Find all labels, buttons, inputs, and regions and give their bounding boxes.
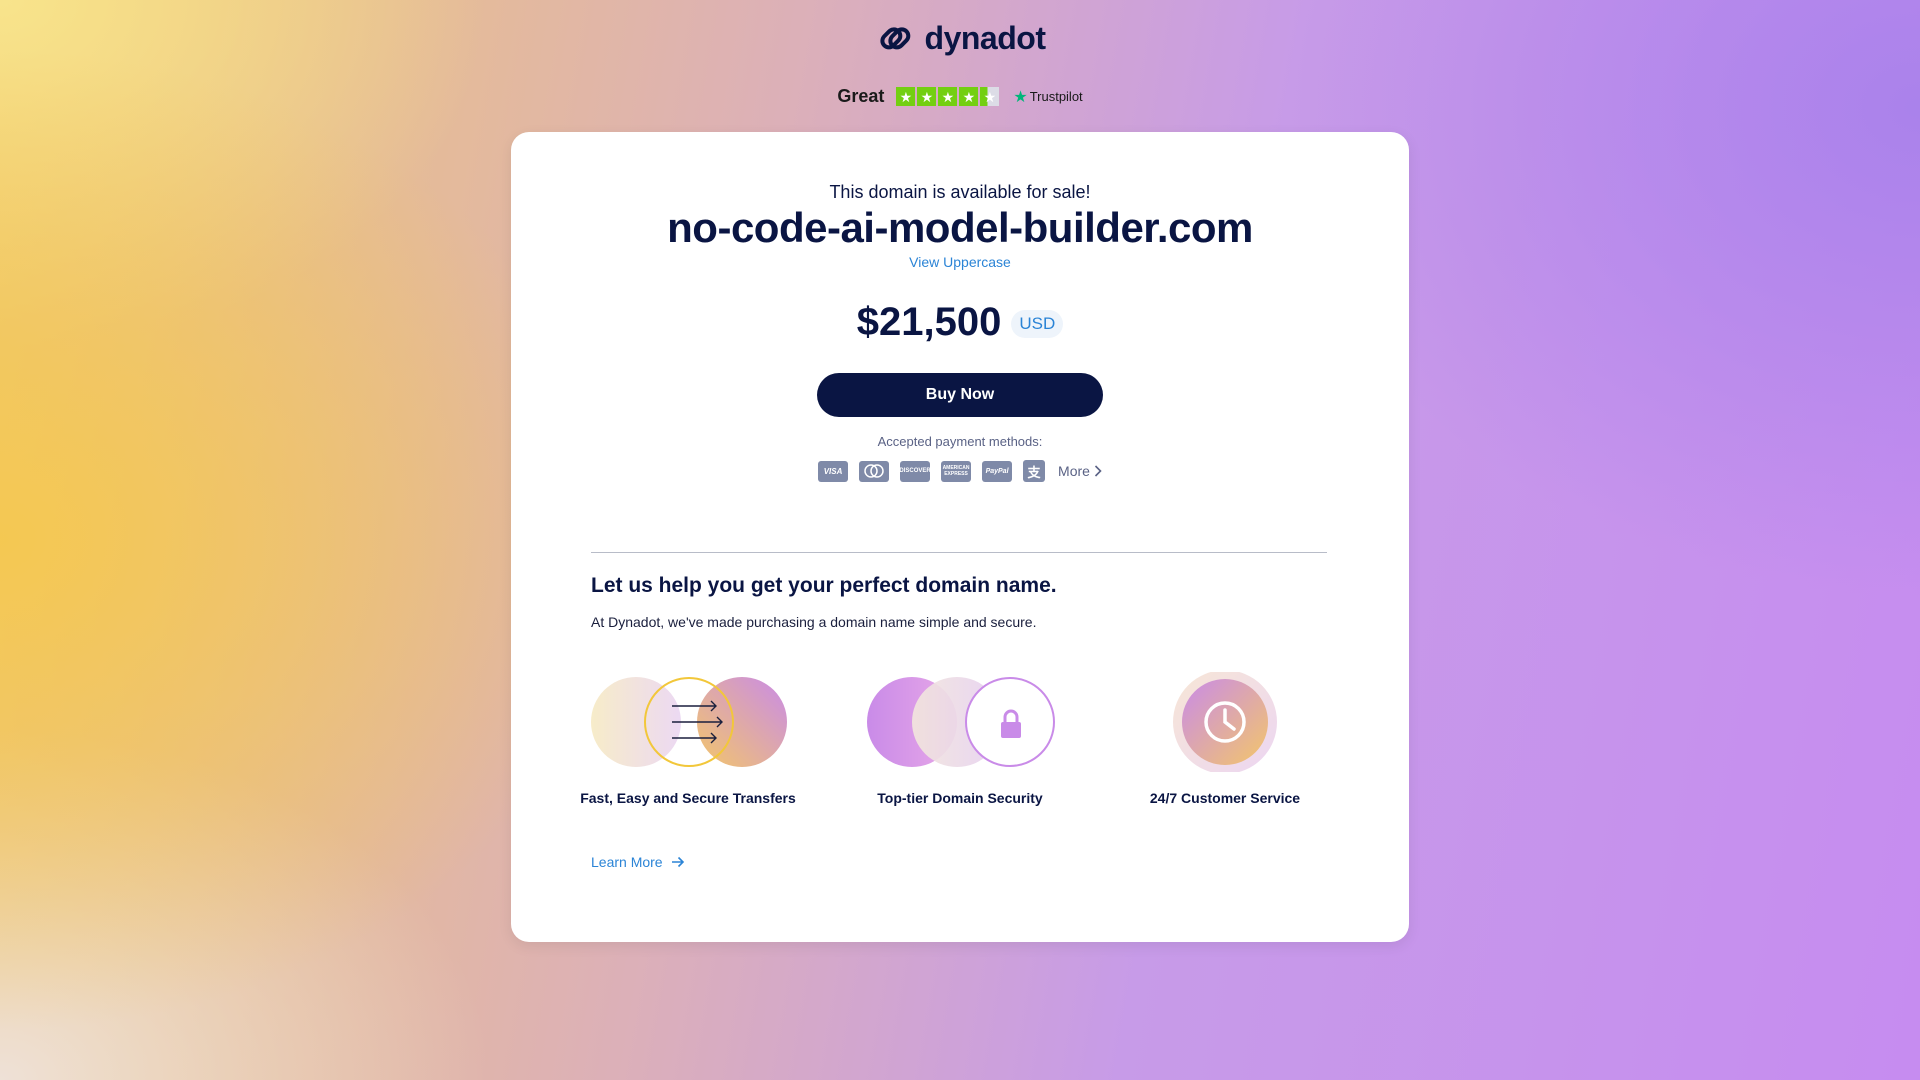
more-payment-methods-link[interactable]: More — [1058, 463, 1102, 479]
chevron-right-icon — [1094, 465, 1102, 477]
domain-sale-card: This domain is available for sale! no-co… — [511, 132, 1409, 942]
amex-icon: AMERICAN EXPRESS — [941, 460, 972, 482]
brand-logo[interactable]: dynadot — [0, 18, 1920, 58]
rating-label: Great — [837, 86, 885, 106]
view-uppercase-link[interactable]: View Uppercase — [511, 254, 1409, 270]
arrow-right-icon — [671, 856, 684, 868]
more-label: More — [1058, 463, 1090, 479]
brand-name: dynadot — [924, 19, 1046, 56]
alipay-icon: 支 — [1023, 460, 1046, 482]
star-icon: ★ — [959, 87, 979, 106]
price: $21,500 — [856, 300, 1002, 344]
star-icon: ★ — [917, 87, 937, 106]
trustpilot-rating[interactable]: Great ★ ★ ★ ★ ★ ★ Trustpilot — [0, 86, 1920, 107]
feature-security: Top-tier Domain Security — [850, 672, 1070, 806]
feature-title: Top-tier Domain Security — [877, 790, 1043, 806]
chain-link-icon — [879, 27, 910, 50]
help-title: Let us help you get your perfect domain … — [591, 574, 1057, 597]
help-subtitle: At Dynadot, we've made purchasing a doma… — [591, 614, 1037, 630]
section-divider — [591, 552, 1327, 553]
clock-icon — [1115, 670, 1335, 774]
lock-icon — [850, 672, 1070, 772]
trustpilot-star-icon: ★ — [1013, 88, 1028, 106]
learn-more-label: Learn More — [591, 854, 663, 870]
learn-more-link[interactable]: Learn More — [591, 854, 685, 870]
star-icon: ★ — [938, 87, 958, 106]
half-star-icon: ★ — [980, 87, 1000, 106]
domain-name: no-code-ai-model-builder.com — [667, 204, 1253, 251]
sale-label: This domain is available for sale! — [829, 182, 1091, 202]
payment-methods: VISA DISCOVER AMERICAN EXPRESS PayPal 支 M… — [511, 460, 1409, 482]
trustpilot-brand-text: Trustpilot — [1029, 89, 1083, 104]
feature-support: 24/7 Customer Service — [1115, 670, 1335, 806]
paypal-icon: PayPal — [982, 460, 1013, 482]
feature-title: 24/7 Customer Service — [1149, 790, 1301, 806]
transfer-arrows-icon — [578, 672, 798, 772]
feature-transfers: Fast, Easy and Secure Transfers — [578, 672, 798, 806]
star-icon: ★ — [896, 87, 916, 106]
discover-icon: DISCOVER — [900, 460, 931, 482]
price-row: $21,500 USD — [511, 300, 1409, 345]
currency-badge[interactable]: USD — [1011, 309, 1064, 338]
visa-icon: VISA — [818, 460, 849, 482]
payment-methods-label: Accepted payment methods: — [877, 434, 1043, 449]
feature-title: Fast, Easy and Secure Transfers — [580, 790, 796, 806]
trustpilot-logo: ★ Trustpilot — [1013, 87, 1082, 107]
rating-stars: ★ ★ ★ ★ ★ — [896, 87, 1000, 106]
buy-now-button[interactable]: Buy Now — [817, 373, 1103, 417]
mastercard-icon — [859, 460, 890, 482]
